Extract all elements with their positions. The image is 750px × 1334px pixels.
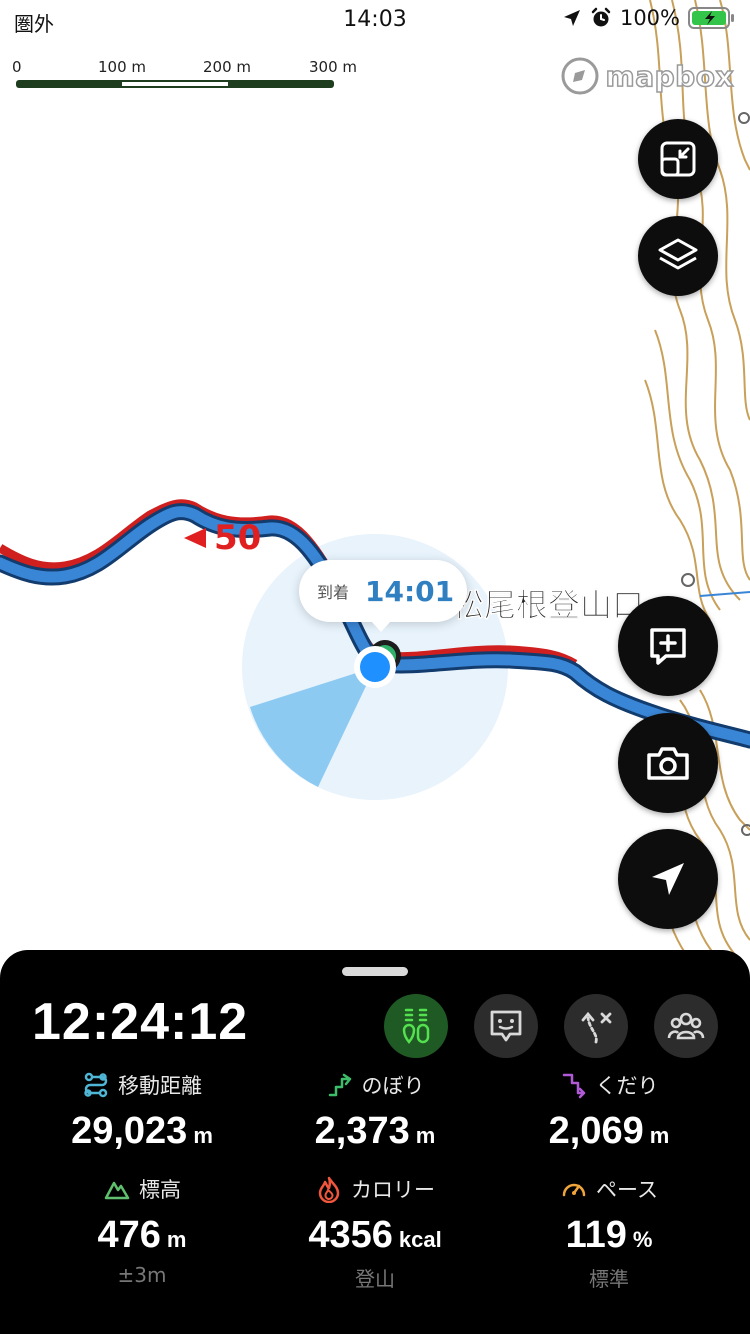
stat-pace-unit: % <box>632 1227 653 1252</box>
location-arrow-icon <box>652 863 684 895</box>
map-pin <box>681 573 695 587</box>
fullscreen-button[interactable] <box>638 119 718 199</box>
stat-descent: くだり 2,069 m <box>484 1070 734 1153</box>
fullscreen-icon <box>660 141 696 177</box>
stat-pace-level: 標準 <box>589 1267 629 1291</box>
stat-pace-value: 119% <box>484 1214 734 1257</box>
mapbox-logo-icon <box>561 57 599 95</box>
layers-button[interactable] <box>638 216 718 296</box>
place-name-label: 松尾根登山口 <box>452 586 645 625</box>
stat-ascent-label: のぼり <box>361 1074 425 1098</box>
status-bar: 圏外 14:03 100% <box>0 0 750 40</box>
group-button[interactable] <box>654 994 718 1058</box>
arrival-label: 到着 <box>317 583 350 602</box>
stat-pace-number: 119 <box>565 1214 627 1256</box>
stat-descent-value: 2,069 m <box>484 1110 734 1153</box>
stat-calories-activity: 登山 <box>355 1267 395 1291</box>
stat-elevation-number: 476 <box>97 1214 161 1256</box>
current-location-dot <box>360 652 390 682</box>
elapsed-time: 12:24:12 <box>32 993 249 1051</box>
battery-charging-icon <box>688 7 734 29</box>
alarm-icon <box>591 7 611 27</box>
scale-label-100: 100 m <box>98 58 147 76</box>
scale-label-300: 300 m <box>309 58 358 76</box>
branch-line <box>699 591 750 597</box>
stat-calories: カロリー 4356 kcal 登山 <box>250 1174 500 1292</box>
route-marker: 50 <box>182 518 261 558</box>
mapbox-wordmark: mapbox <box>605 59 734 94</box>
stat-calories-unit: kcal <box>398 1227 442 1252</box>
route-off-button[interactable] <box>564 994 628 1058</box>
locate-button[interactable] <box>618 829 718 929</box>
activity-panel[interactable]: 12:24:12 移動距離 29,023 m のぼり 2,373 m くだり 2… <box>0 950 750 1334</box>
ascent-icon <box>328 1073 351 1097</box>
stat-elevation-head: 標高 <box>17 1174 267 1204</box>
stat-elevation-unit: m <box>166 1227 187 1252</box>
stat-distance-number: 29,023 <box>71 1110 188 1152</box>
stat-distance-value: 29,023 m <box>17 1110 267 1153</box>
stat-distance-unit: m <box>193 1123 213 1148</box>
descent-icon <box>562 1073 585 1099</box>
panel-icon-row <box>384 994 718 1058</box>
stat-ascent-unit: m <box>415 1123 436 1148</box>
flame-icon <box>318 1176 340 1203</box>
stat-elevation: 標高 476 m ±3m <box>17 1174 267 1287</box>
stat-ascent-value: 2,373 m <box>250 1110 500 1153</box>
distance-icon <box>84 1072 108 1098</box>
stat-descent-label: くだり <box>595 1074 659 1098</box>
layers-icon <box>658 238 698 270</box>
stat-distance: 移動距離 29,023 m <box>17 1070 267 1153</box>
route-marker-number: 50 <box>214 518 262 558</box>
scale-bar <box>16 80 334 88</box>
stat-calories-number: 4356 <box>308 1214 393 1256</box>
stat-ascent-head: のぼり <box>250 1070 500 1100</box>
stat-calories-value: 4356 kcal <box>250 1214 500 1257</box>
stat-distance-label: 移動距離 <box>118 1074 202 1098</box>
stat-elevation-value: 476 m <box>17 1214 267 1257</box>
stat-descent-head: くだり <box>484 1070 734 1100</box>
scale-labels: 0 100 m 200 m 300 m <box>0 58 400 78</box>
stat-calories-head: カロリー <box>250 1174 500 1204</box>
direction-arrow-icon <box>184 528 206 548</box>
arrival-popup[interactable]: 到着 14:01 <box>299 560 467 632</box>
panel-drag-handle[interactable] <box>342 967 408 976</box>
stat-distance-head: 移動距離 <box>17 1070 267 1100</box>
route-off-icon <box>581 1011 612 1044</box>
elevation-icon <box>104 1181 130 1200</box>
camera-icon <box>647 747 689 780</box>
stat-elevation-label: 標高 <box>139 1178 181 1202</box>
group-icon <box>667 1012 705 1040</box>
stat-pace: ペース 119% 標準 <box>484 1174 734 1292</box>
face-icon <box>490 1010 522 1042</box>
add-memo-button[interactable] <box>618 596 718 696</box>
arrival-time: 14:01 <box>365 574 455 608</box>
stat-ascent-number: 2,373 <box>314 1110 410 1152</box>
stat-ascent: のぼり 2,373 m <box>250 1070 500 1153</box>
status-right: 100% <box>562 6 736 30</box>
location-services-icon <box>563 10 580 26</box>
stat-pace-head: ペース <box>484 1174 734 1204</box>
scale-label-200: 200 m <box>203 58 252 76</box>
add-memo-icon <box>650 628 686 665</box>
sensor-icon <box>402 1008 430 1044</box>
mapbox-logo[interactable]: mapbox <box>560 56 734 96</box>
speedometer-icon <box>562 1183 586 1197</box>
camera-button[interactable] <box>618 713 718 813</box>
stat-descent-number: 2,069 <box>548 1110 644 1152</box>
stat-descent-unit: m <box>649 1123 670 1148</box>
stat-pace-label: ペース <box>596 1178 658 1202</box>
battery-percent: 100% <box>619 6 680 30</box>
stat-elevation-accuracy: ±3m <box>117 1263 167 1287</box>
map-pin <box>738 112 750 124</box>
face-button[interactable] <box>474 994 538 1058</box>
stat-calories-label: カロリー <box>351 1178 435 1202</box>
scale-label-0: 0 <box>12 58 22 76</box>
scale-bar-segment <box>122 82 228 86</box>
sensor-button[interactable] <box>384 994 448 1058</box>
